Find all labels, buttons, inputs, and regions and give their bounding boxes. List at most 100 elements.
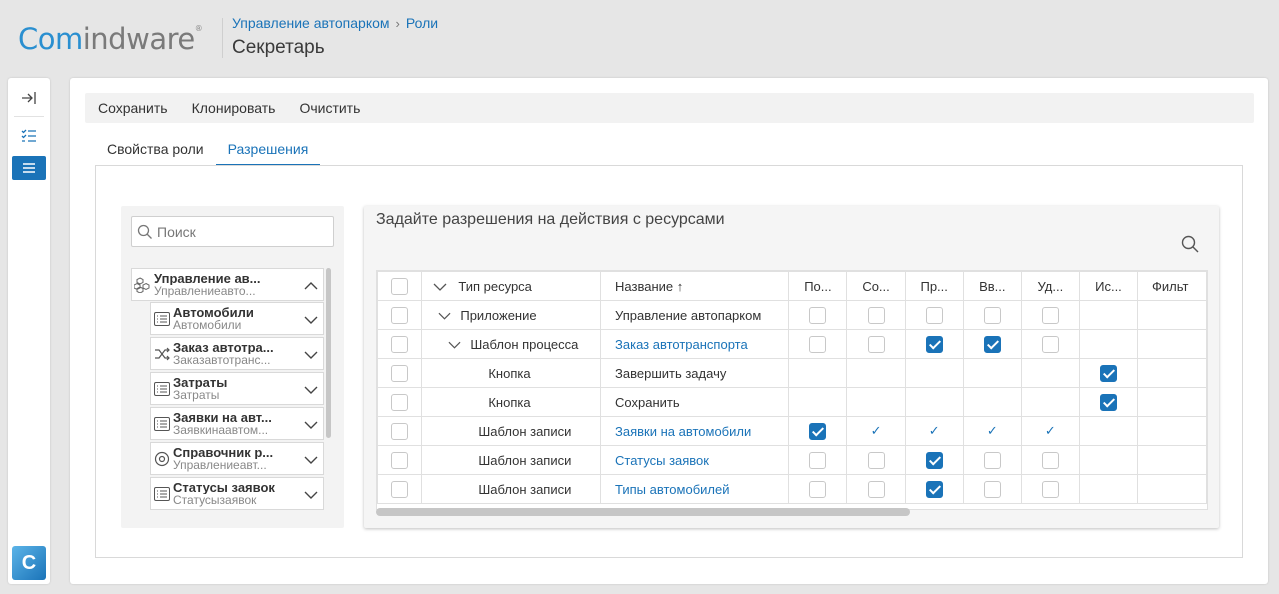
permission-checkbox-checked[interactable] [925, 480, 943, 498]
tree-item-car-requests[interactable]: Заявки на авт... Заявкинаавтом... [150, 407, 324, 440]
permission-cell[interactable] [904, 300, 964, 330]
permission-checkbox[interactable] [809, 306, 827, 324]
check-icon[interactable]: ✓ [871, 423, 882, 438]
permission-checkbox-checked[interactable] [1099, 393, 1117, 411]
permission-cell[interactable] [904, 329, 964, 359]
save-button[interactable]: Сохранить [98, 100, 168, 116]
row-select-checkbox[interactable] [377, 416, 423, 446]
check-icon[interactable]: ✓ [929, 423, 940, 438]
permission-cell[interactable] [788, 445, 848, 475]
clear-button[interactable]: Очистить [299, 100, 360, 116]
permission-cell[interactable] [1020, 329, 1080, 359]
permission-cell[interactable] [788, 300, 848, 330]
permission-checkbox[interactable] [809, 335, 827, 353]
permission-checkbox[interactable] [867, 451, 885, 469]
chevron-down-icon[interactable] [299, 381, 323, 397]
permission-cell[interactable] [962, 300, 1022, 330]
permission-cell[interactable] [788, 416, 848, 446]
chevron-down-icon[interactable] [448, 337, 470, 352]
chevron-down-icon[interactable] [299, 311, 323, 327]
permission-checkbox[interactable] [867, 306, 885, 324]
resource-name[interactable]: Заявки на автомобили [615, 424, 751, 439]
chevron-down-icon[interactable] [299, 416, 323, 432]
checklist-icon[interactable] [12, 124, 46, 148]
row-select-checkbox[interactable] [377, 445, 423, 475]
tree-search-input[interactable]: Поиск [131, 216, 334, 247]
permission-cell[interactable] [788, 474, 848, 504]
check-icon[interactable]: ✓ [1045, 423, 1056, 438]
permission-cell[interactable] [1078, 358, 1139, 388]
table-row[interactable]: Приложение Управление автопарком [377, 300, 1207, 330]
table-row[interactable]: Шаблон записи Статусы заявок [377, 445, 1207, 475]
permission-checkbox-checked[interactable] [983, 335, 1001, 353]
chevron-up-icon[interactable] [299, 277, 323, 293]
permission-cell[interactable]: ✓ [1020, 416, 1080, 446]
permission-cell[interactable] [1020, 445, 1080, 475]
chevron-down-icon[interactable] [299, 486, 323, 502]
permission-checkbox[interactable] [867, 480, 885, 498]
resource-name[interactable]: Типы автомобилей [615, 482, 729, 497]
column-c7[interactable]: Фильт [1137, 271, 1207, 301]
permission-checkbox[interactable] [1041, 480, 1059, 498]
resource-name[interactable]: Заказ автотранспорта [615, 337, 748, 352]
chevron-down-icon[interactable] [299, 346, 323, 362]
column-c3[interactable]: Пр... [904, 271, 964, 301]
permission-cell[interactable] [962, 474, 1022, 504]
search-icon[interactable] [1181, 235, 1199, 258]
tree-item-costs[interactable]: Затраты Затраты [150, 372, 324, 405]
tree-item-request-statuses[interactable]: Статусы заявок Статусызаявок [150, 477, 324, 510]
permission-cell[interactable] [846, 329, 906, 359]
permission-cell[interactable] [1020, 474, 1080, 504]
resource-name[interactable]: Статусы заявок [615, 453, 709, 468]
table-row[interactable]: Кнопка Завершить задачу [377, 358, 1207, 388]
permission-cell[interactable] [1020, 300, 1080, 330]
chevron-down-icon[interactable] [438, 308, 460, 323]
permission-checkbox-checked[interactable] [809, 422, 827, 440]
expand-panel-icon[interactable] [12, 86, 46, 110]
table-row[interactable]: Шаблон записи Заявки на автомобили ✓ ✓ ✓ ✓ [377, 416, 1207, 446]
table-row[interactable]: Шаблон процесса Заказ автотранспорта [377, 329, 1207, 359]
permission-cell[interactable]: ✓ [962, 416, 1022, 446]
row-select-checkbox[interactable] [377, 474, 423, 504]
permission-cell[interactable] [1078, 387, 1139, 417]
chevron-down-icon[interactable] [299, 451, 323, 467]
column-c1[interactable]: По... [788, 271, 848, 301]
tree-item-directory[interactable]: Справочник р... Управлениеавт... [150, 442, 324, 475]
tree-item-cars[interactable]: Автомобили Автомобили [150, 302, 324, 335]
column-c5[interactable]: Уд... [1020, 271, 1080, 301]
column-c2[interactable]: Со... [846, 271, 906, 301]
comindware-logo[interactable]: Comindware® [18, 22, 203, 56]
column-c4[interactable]: Вв... [962, 271, 1022, 301]
permission-cell[interactable] [904, 474, 964, 504]
tab-role-properties[interactable]: Свойства роли [95, 136, 216, 166]
tree-item-app[interactable]: Управление ав... Управлениеавто... [131, 268, 324, 301]
column-resource-type[interactable]: Тип ресурса [421, 271, 602, 301]
tree-item-transport-order[interactable]: Заказ автотра... Заказавтотранс... [150, 337, 324, 370]
horizontal-scrollbar[interactable] [376, 508, 910, 516]
table-row[interactable]: Шаблон записи Типы автомобилей [377, 474, 1207, 504]
permission-checkbox[interactable] [1041, 306, 1059, 324]
permission-cell[interactable] [846, 474, 906, 504]
permission-checkbox[interactable] [809, 480, 827, 498]
permission-cell[interactable] [788, 329, 848, 359]
permission-cell[interactable] [904, 445, 964, 475]
select-all-checkbox[interactable] [377, 271, 423, 301]
permission-checkbox[interactable] [809, 451, 827, 469]
tree-scrollbar[interactable] [326, 268, 331, 438]
permission-cell[interactable] [846, 445, 906, 475]
permission-cell[interactable] [846, 300, 906, 330]
permission-checkbox[interactable] [983, 451, 1001, 469]
list-menu-icon[interactable] [12, 156, 46, 180]
permission-cell[interactable]: ✓ [904, 416, 964, 446]
row-select-checkbox[interactable] [377, 358, 423, 388]
chevron-down-icon[interactable] [423, 279, 459, 294]
row-select-checkbox[interactable] [377, 300, 423, 330]
row-select-checkbox[interactable] [377, 329, 423, 359]
permission-cell[interactable]: ✓ [846, 416, 906, 446]
permission-checkbox[interactable] [925, 306, 943, 324]
table-row[interactable]: Кнопка Сохранить [377, 387, 1207, 417]
permission-checkbox-checked[interactable] [925, 451, 943, 469]
permission-checkbox-checked[interactable] [1099, 364, 1117, 382]
breadcrumb-item-fleet[interactable]: Управление автопарком [232, 15, 390, 31]
column-name[interactable]: Название ↑ [600, 271, 790, 301]
